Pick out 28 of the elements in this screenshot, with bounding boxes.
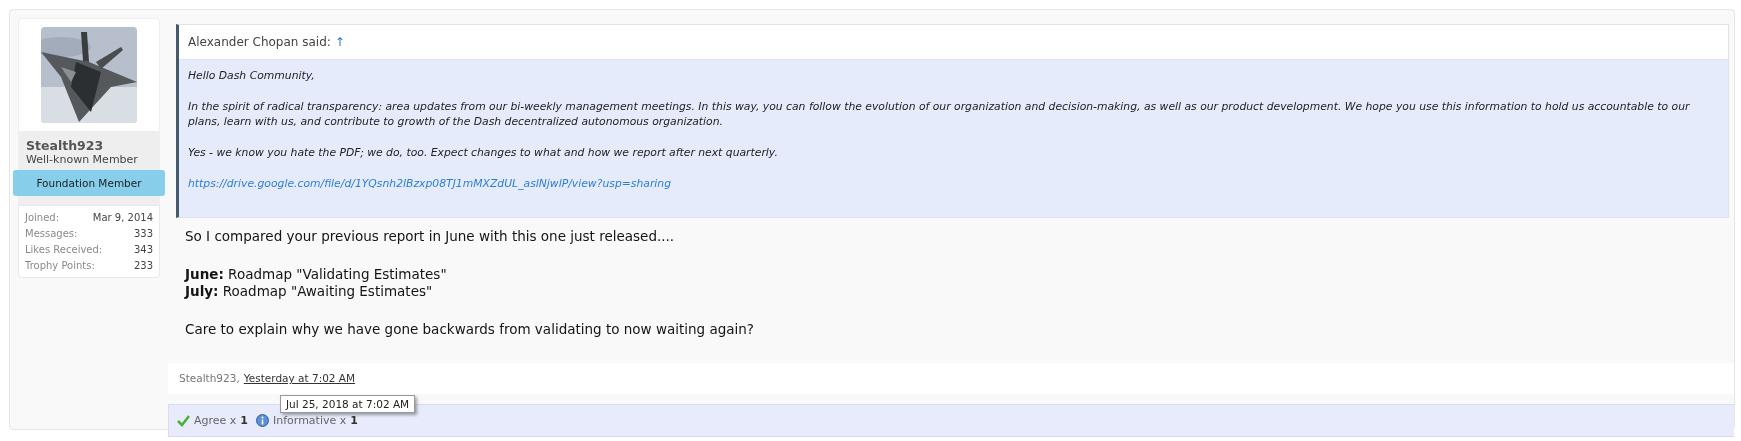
stat-label: Messages:	[25, 228, 78, 239]
quote-text: In the spirit of radical transparency: area updates from our bi-weekly management meetings. In this way, you can follow the evolution of our organization and decision-making, as well as our product development. We hope you use this information to hold us accountable to our plans, learn with us, and contribute to growth of the Dash decentralized autonomous organization.	[188, 99, 1691, 129]
stat-value: 343	[133, 244, 153, 255]
stat-value: Mar 9, 2014	[92, 212, 153, 223]
info-icon	[256, 414, 269, 427]
reaction-item[interactable]: Agree x 1	[177, 414, 248, 427]
message-text: So I compared your previous report in June with this one just released....	[185, 228, 676, 245]
quote-link[interactable]: https://drive.google.com/file/d/1YQsnh2lBzxp08TJ1mMXZdUL_aslNjwlP/view?usp=sharing	[188, 177, 671, 190]
date-tooltip: Jul 25, 2018 at 7:02 AM	[280, 395, 416, 413]
checkmark-icon	[177, 414, 190, 427]
quote-text: Hello Dash Community,	[188, 68, 316, 83]
message-text: June: Roadmap "Validating Estimates"	[185, 266, 448, 283]
stat-label: Trophy Points:	[25, 260, 95, 271]
post-time-link[interactable]: Yesterday at 7:02 AM	[243, 372, 356, 384]
quote-text: Yes - we know you hate the PDF; we do, too. Expect changes to what and how we report after next quarterly.	[188, 145, 779, 160]
jump-link[interactable]: ↑	[334, 35, 345, 49]
reaction-item[interactable]: Informative x 1	[256, 414, 358, 427]
user-banner: Foundation Member	[13, 170, 165, 196]
message-text: Care to explain why we have gone backwards from validating to now waiting again?	[185, 321, 756, 338]
post-author[interactable]: Stealth923,	[179, 372, 240, 384]
stat-value: 333	[133, 228, 153, 239]
username[interactable]: Stealth923	[26, 138, 152, 153]
message-text: July: Roadmap "Awaiting Estimates"	[185, 283, 434, 300]
stat-label: Joined:	[25, 212, 60, 223]
stat-value: 233	[133, 260, 153, 271]
user-title: Well-known Member	[26, 153, 139, 166]
stat-label: Likes Received:	[25, 244, 103, 255]
quote-author: Alexander Chopan said:	[188, 35, 331, 49]
